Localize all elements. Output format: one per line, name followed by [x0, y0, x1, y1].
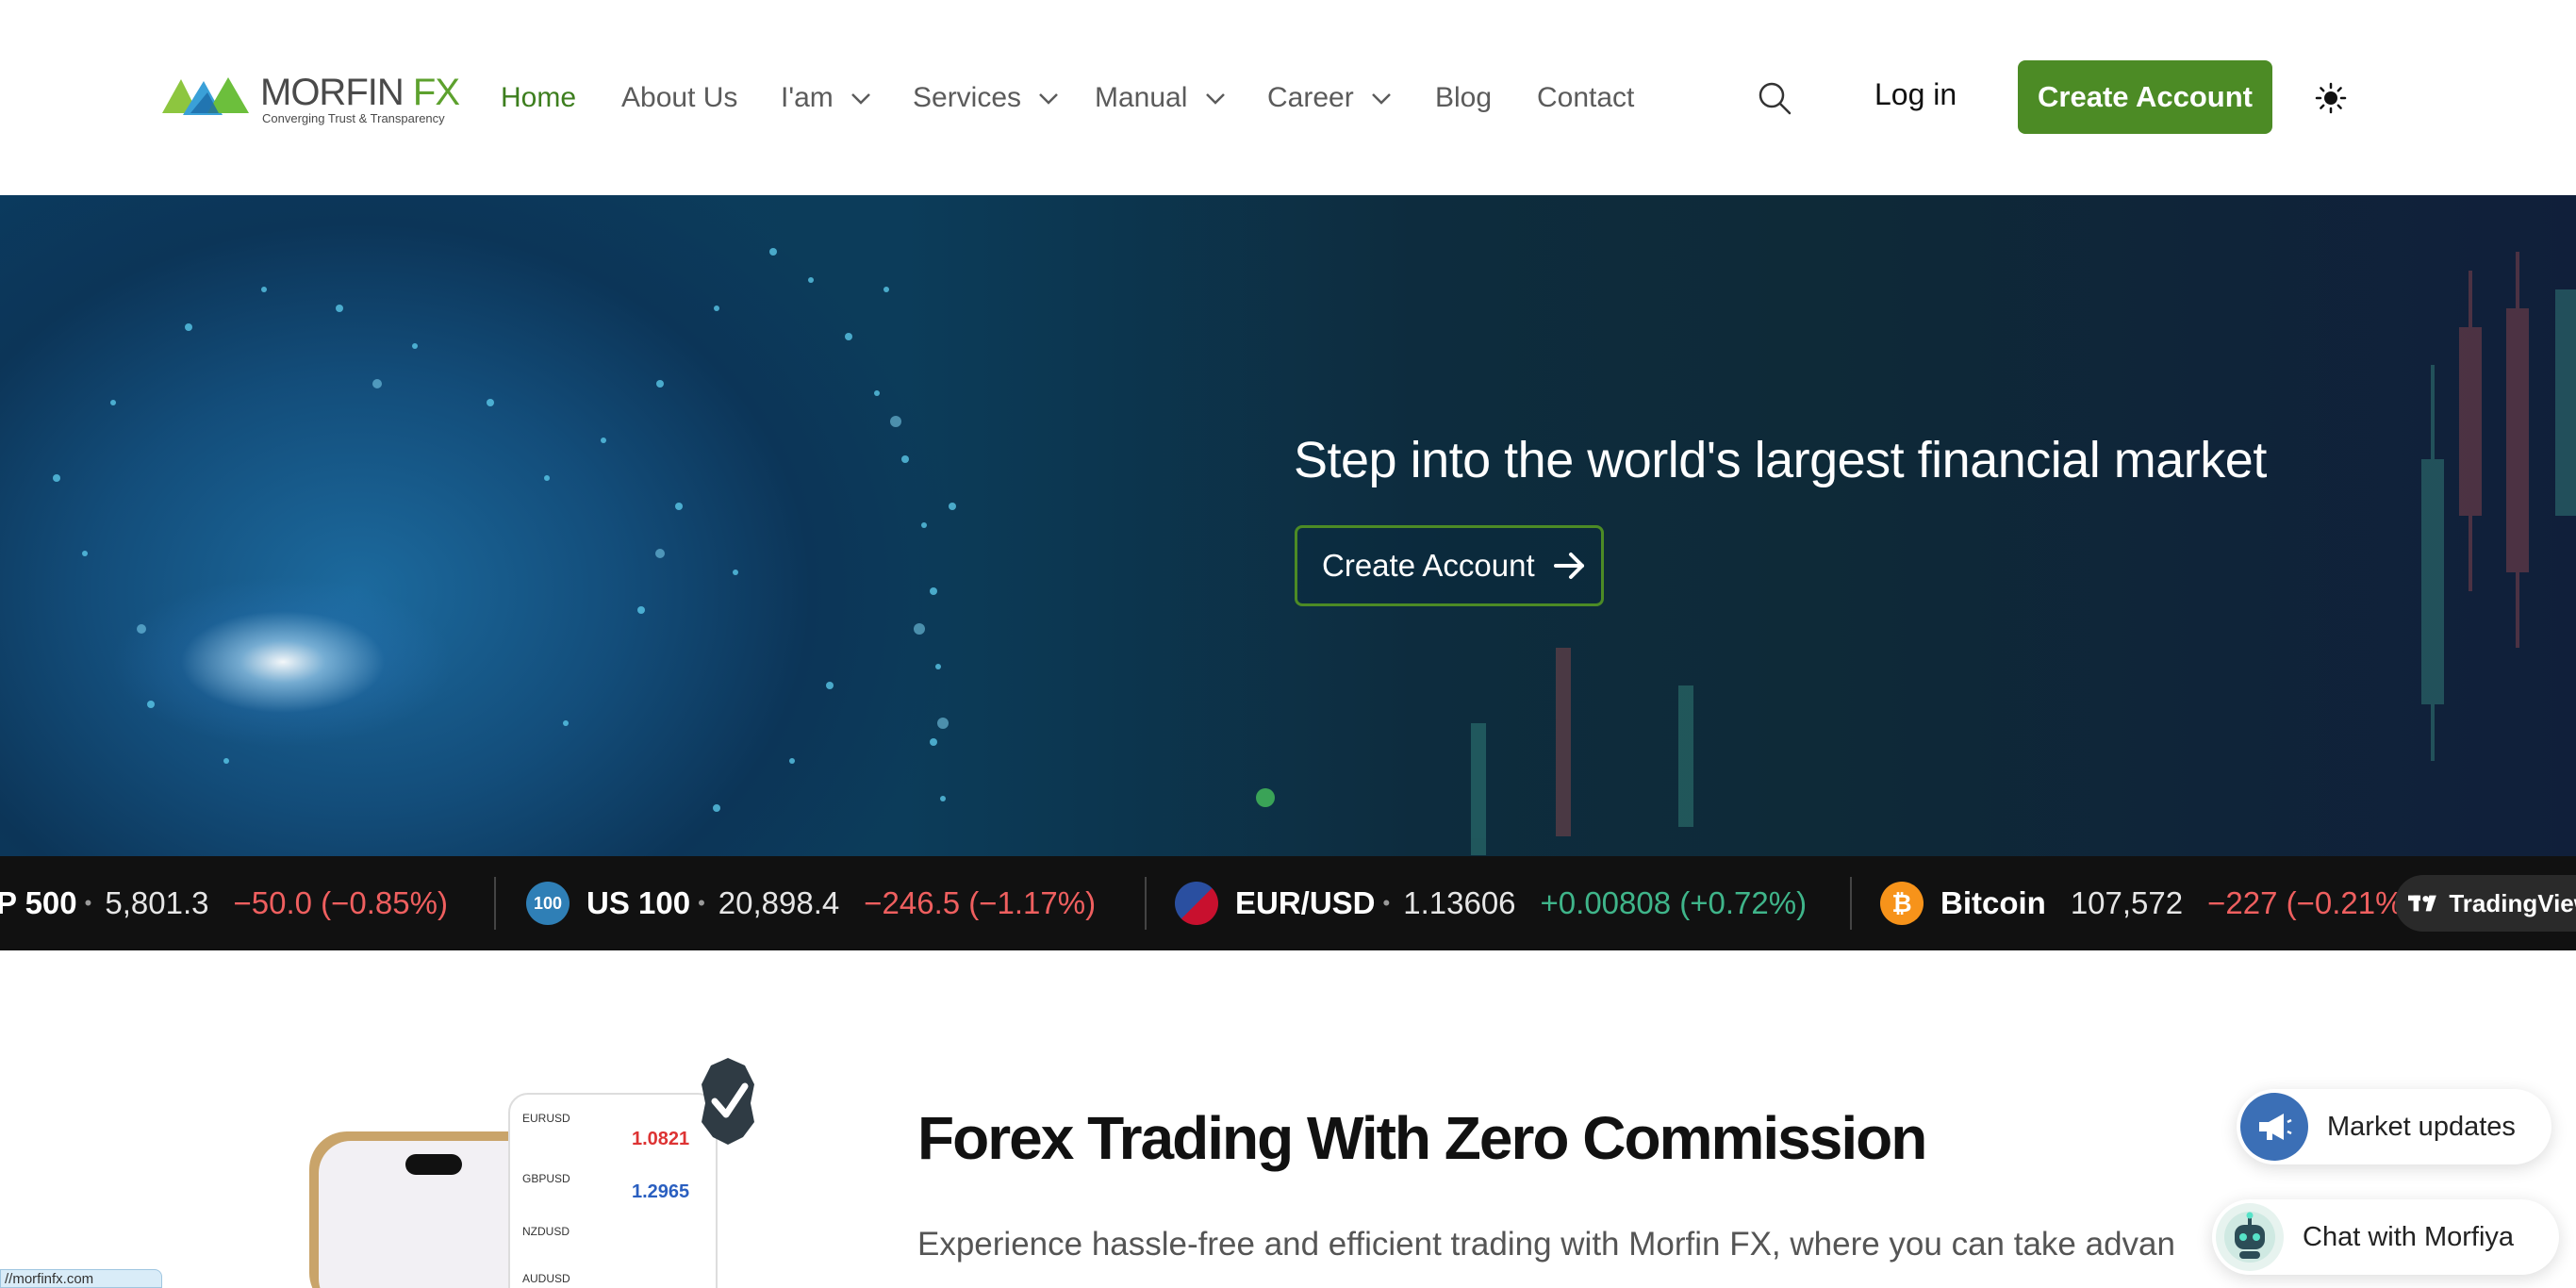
- chevron-down-icon: [1205, 93, 1225, 105]
- bitcoin-icon: ₿: [1880, 882, 1924, 925]
- chevron-down-icon: [1372, 93, 1391, 105]
- hero-title: Step into the world's largest financial …: [1294, 432, 2267, 488]
- slider-dot[interactable]: [1256, 788, 1275, 807]
- svg-text:NZDUSD: NZDUSD: [522, 1225, 570, 1238]
- chat-label: Chat with Morfiya: [2303, 1221, 2515, 1252]
- ticker-item-sp500[interactable]: P 500 • 5,801.3 −50.0 (−0.85%): [0, 856, 448, 950]
- us100-icon: 100: [526, 882, 570, 925]
- nav-iam[interactable]: I'am: [781, 79, 871, 117]
- sun-icon: [2315, 82, 2347, 114]
- chevron-down-icon: [851, 93, 870, 105]
- ticker-divider: [1145, 877, 1147, 930]
- ticker-divider: [1850, 877, 1852, 930]
- brand-tagline: Converging Trust & Transparency: [262, 111, 445, 125]
- market-updates-widget[interactable]: Market updates: [2237, 1089, 2551, 1164]
- phone-trading-illustration: EURUSD GBPUSD NZDUSD AUDUSD 1.0821 1.296…: [309, 1058, 754, 1288]
- nav-career[interactable]: Career: [1267, 79, 1392, 117]
- chat-widget[interactable]: Chat with Morfiya: [2212, 1199, 2559, 1275]
- section-description: Experience hassle-free and efficient tra…: [917, 1226, 2175, 1263]
- nav-services[interactable]: Services: [913, 79, 1059, 117]
- hero-banner: Step into the world's largest financial …: [0, 195, 2576, 856]
- ticker-item-bitcoin[interactable]: ₿ Bitcoin 107,572 −227 (−0.21%): [1880, 856, 2413, 950]
- top-navbar: MORFIN FX Converging Trust & Transparenc…: [0, 0, 2576, 195]
- globe-graphic: [53, 248, 956, 812]
- market-ticker: P 500 • 5,801.3 −50.0 (−0.85%) 100 US 100…: [0, 856, 2576, 950]
- svg-text:1.2965: 1.2965: [632, 1181, 689, 1202]
- chatbot-avatar-icon: [2216, 1203, 2284, 1271]
- arrow-right-icon: [1553, 553, 1584, 579]
- svg-text:GBPUSD: GBPUSD: [522, 1172, 570, 1185]
- market-updates-label: Market updates: [2327, 1111, 2516, 1142]
- search-button[interactable]: [1756, 79, 1793, 117]
- ticker-divider: [494, 877, 496, 930]
- tradingview-badge[interactable]: TradingView: [2395, 875, 2576, 932]
- theme-toggle-button[interactable]: [2312, 79, 2350, 117]
- logo-mark-icon: [162, 77, 249, 115]
- nav-manual[interactable]: Manual: [1095, 79, 1226, 117]
- create-account-button[interactable]: Create Account: [2018, 60, 2272, 134]
- eu-us-flag-icon: [1175, 882, 1218, 925]
- ticker-item-us100[interactable]: 100 US 100 • 20,898.4 −246.5 (−1.17%): [526, 856, 1096, 950]
- brand-logo[interactable]: MORFIN FX Converging Trust & Transparenc…: [162, 68, 460, 126]
- hero-create-account-button[interactable]: Create Account: [1295, 525, 1604, 606]
- nav-home[interactable]: Home: [501, 79, 576, 117]
- section-title: Forex Trading With Zero Commission: [917, 1104, 1927, 1172]
- hero-button-label: Create Account: [1322, 548, 1535, 583]
- nav-about-us[interactable]: About Us: [621, 79, 737, 117]
- nav-contact[interactable]: Contact: [1537, 79, 1634, 117]
- brand-name: MORFIN FX: [260, 72, 460, 113]
- tradingview-logo-icon: [2408, 895, 2436, 912]
- ticker-item-eurusd[interactable]: EUR/USD • 1.13606 +0.00808 (+0.72%): [1175, 856, 1807, 950]
- svg-text:1.0821: 1.0821: [632, 1129, 689, 1149]
- chevron-down-icon: [1039, 93, 1059, 105]
- nav-blog[interactable]: Blog: [1435, 79, 1492, 117]
- login-link[interactable]: Log in: [1874, 75, 1957, 113]
- search-icon: [1759, 82, 1792, 115]
- svg-text:EURUSD: EURUSD: [522, 1112, 570, 1125]
- status-url: //morfinfx.com: [0, 1269, 162, 1288]
- svg-text:AUDUSD: AUDUSD: [522, 1272, 570, 1285]
- megaphone-icon: [2240, 1093, 2308, 1161]
